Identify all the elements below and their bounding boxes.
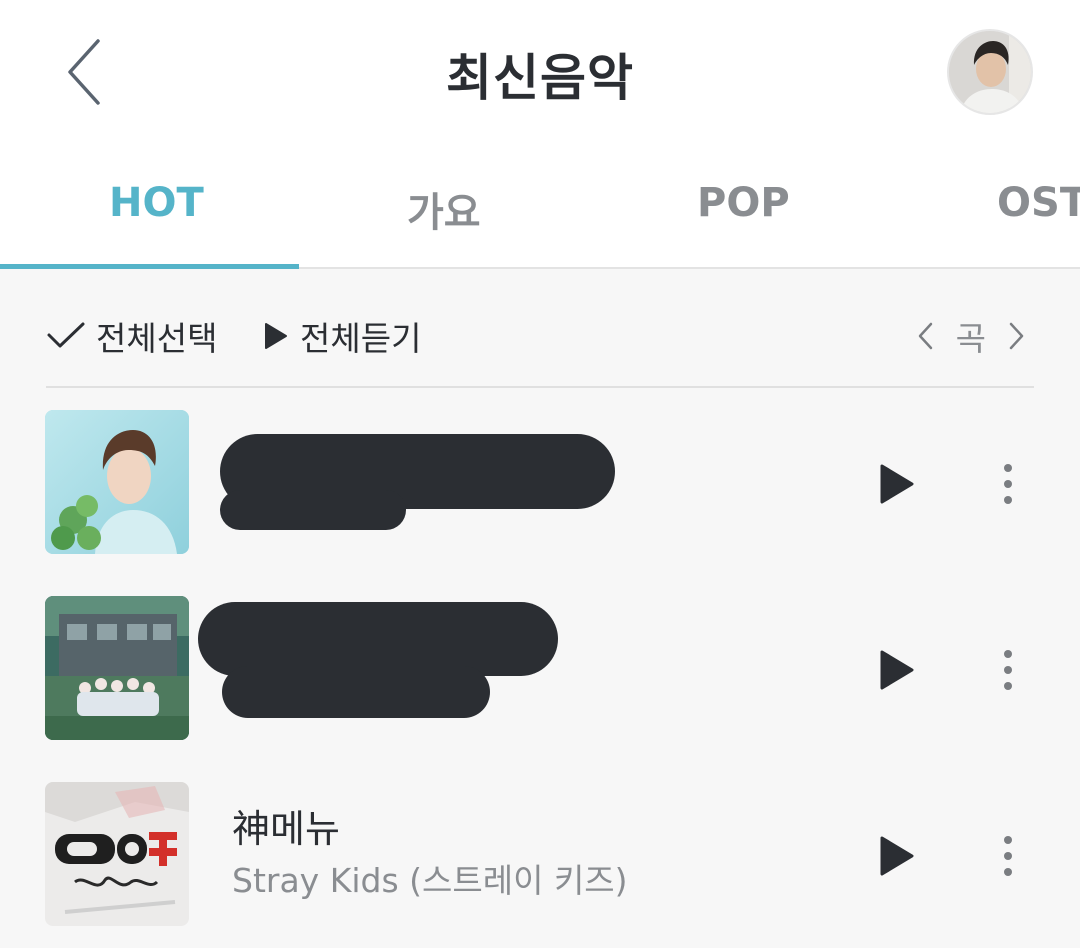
redacted-title: [198, 602, 558, 676]
play-icon: [265, 323, 287, 349]
song-title[interactable]: 神메뉴: [232, 798, 340, 853]
album-art-image: [45, 782, 189, 926]
list-toolbar: 전체선택 전체듣기 곡: [46, 290, 1034, 388]
play-all-button[interactable]: 전체듣기: [262, 312, 421, 360]
chevron-left-icon: [918, 322, 932, 350]
tab-kpop[interactable]: 가요: [407, 180, 481, 238]
play-button[interactable]: [868, 642, 924, 698]
album-art-image: [45, 410, 189, 554]
user-avatar[interactable]: [947, 29, 1033, 115]
play-button[interactable]: [868, 456, 924, 512]
song-row[interactable]: 神메뉴 Stray Kids (스트레이 키즈): [0, 762, 1080, 948]
avatar-image: [949, 31, 1031, 113]
redacted-artist: [222, 666, 490, 718]
play-icon: [880, 650, 914, 690]
album-art-image: [45, 596, 189, 740]
play-icon: [880, 464, 914, 504]
pager-label: 곡: [955, 319, 986, 358]
play-all-label: 전체듣기: [300, 319, 422, 358]
more-vertical-icon: [1004, 464, 1012, 504]
checkmark-icon: [47, 322, 85, 348]
more-options-button[interactable]: [990, 456, 1026, 512]
header: 최신음악: [0, 0, 1080, 140]
active-tab-indicator: [0, 264, 299, 269]
more-vertical-icon: [1004, 650, 1012, 690]
pager-next-button[interactable]: [1008, 321, 1026, 351]
select-all-label: 전체선택: [96, 319, 218, 358]
song-pager: 곡: [916, 312, 1026, 360]
song-row[interactable]: [0, 576, 1080, 762]
album-cover[interactable]: [45, 782, 189, 926]
play-button[interactable]: [868, 828, 924, 884]
album-cover[interactable]: [45, 596, 189, 740]
chevron-right-icon: [1009, 322, 1024, 350]
redacted-artist: [220, 490, 406, 530]
more-options-button[interactable]: [990, 642, 1026, 698]
song-artist[interactable]: Stray Kids (스트레이 키즈): [232, 854, 628, 902]
app-root: 최신음악 HOT 가요 POP OST 전체선택 전체듣기 곡 神메뉴 Stra…: [0, 0, 1080, 948]
select-all-button[interactable]: 전체선택: [46, 312, 217, 360]
category-tabs: HOT 가요 POP OST: [0, 140, 1080, 269]
tab-ost[interactable]: OST: [997, 180, 1080, 226]
play-icon: [880, 836, 914, 876]
pager-prev-button[interactable]: [916, 321, 934, 351]
more-options-button[interactable]: [990, 828, 1026, 884]
tab-hot[interactable]: HOT: [109, 180, 204, 226]
album-cover[interactable]: [45, 410, 189, 554]
tab-pop[interactable]: POP: [697, 180, 790, 226]
page-title: 최신음악: [446, 49, 634, 107]
song-row[interactable]: [0, 390, 1080, 576]
more-vertical-icon: [1004, 836, 1012, 876]
